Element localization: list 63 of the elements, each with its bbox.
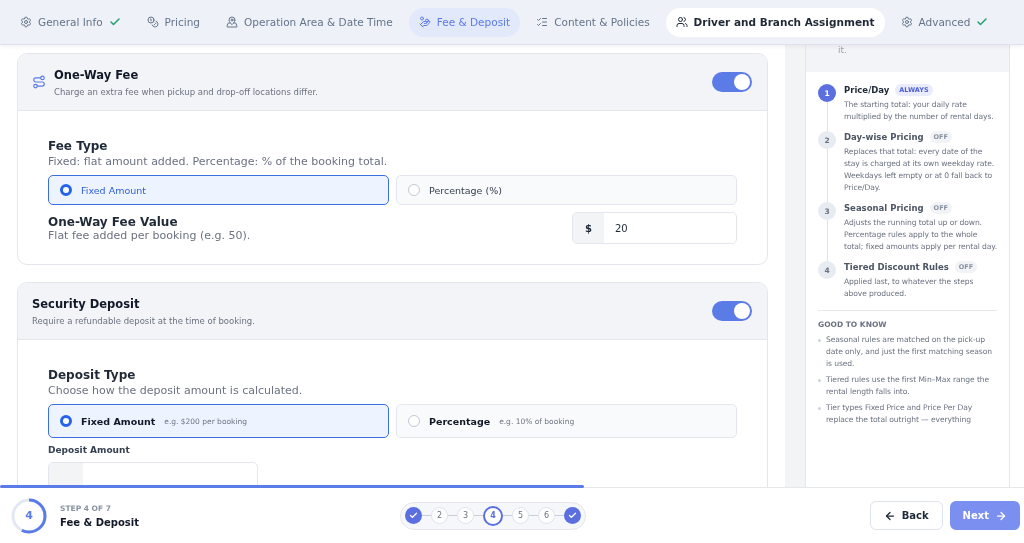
card-title: One-Way Fee bbox=[54, 67, 140, 82]
cut-text: it. bbox=[838, 45, 847, 55]
option-label: Percentage bbox=[429, 415, 491, 427]
option-label: Fixed Amount bbox=[81, 184, 146, 196]
field-label: Deposit Amount bbox=[48, 445, 131, 455]
step-tab[interactable]: General Info bbox=[10, 7, 131, 37]
field-help: Flat fee added per booking (e.g. 50). bbox=[48, 228, 251, 242]
card-title: Security Deposit bbox=[32, 296, 141, 311]
route-icon bbox=[32, 75, 46, 89]
step-tab[interactable]: Advanced bbox=[890, 7, 999, 37]
stepper-dot[interactable]: 4 bbox=[483, 505, 503, 526]
stepper-dot[interactable]: 6 bbox=[538, 507, 555, 524]
stepper-dot[interactable] bbox=[564, 507, 581, 524]
toggle-switch[interactable] bbox=[712, 301, 752, 321]
step-number: 4 bbox=[25, 509, 33, 522]
check-icon bbox=[409, 511, 418, 520]
bullet-icon bbox=[818, 407, 821, 410]
fee-input-field[interactable]: $ 20 bbox=[572, 212, 737, 244]
step-tab[interactable]: Driver and Branch Assignment bbox=[665, 7, 885, 37]
arrow-left-icon bbox=[883, 509, 896, 522]
field-label: One-Way Fee Value bbox=[48, 214, 179, 229]
card-description: Require a refundable deposit at the time of booking. bbox=[32, 315, 256, 326]
step-title: Price/Day bbox=[844, 85, 890, 95]
step-tab[interactable]: Operation Area & Date Time bbox=[216, 7, 403, 37]
field-label: Deposit Type bbox=[48, 368, 137, 382]
gear-icon bbox=[900, 16, 913, 28]
stepper-dot[interactable]: 5 bbox=[512, 507, 529, 524]
bullet-icon bbox=[818, 339, 821, 342]
step-title: Day-wise Pricing bbox=[844, 132, 924, 142]
hand-coins-icon bbox=[418, 16, 431, 28]
step-title: Fee & Deposit bbox=[60, 516, 139, 528]
stepper-dot[interactable]: 2 bbox=[431, 507, 448, 524]
field-help: Fixed: flat amount added. Percentage: % of the booking total. bbox=[48, 155, 389, 168]
toggle-switch[interactable] bbox=[712, 72, 752, 92]
gear-icon bbox=[20, 16, 32, 28]
card-description: Charge an extra fee when pickup and drop-off locations differ. bbox=[54, 86, 319, 97]
progress-ring bbox=[10, 496, 48, 535]
back-button[interactable]: Back bbox=[869, 501, 943, 530]
field-label: Fee Type bbox=[48, 139, 109, 153]
coins-icon bbox=[146, 16, 159, 28]
step-tab[interactable]: Pricing bbox=[136, 7, 210, 37]
check-icon bbox=[568, 511, 577, 520]
radio-icon bbox=[60, 184, 72, 196]
list-icon bbox=[536, 16, 549, 28]
field-help: Choose how the deposit amount is calculated. bbox=[48, 384, 304, 397]
bullet-icon bbox=[818, 379, 821, 382]
step-title: Tiered Discount Rules bbox=[844, 262, 949, 272]
option-label: Percentage (%) bbox=[429, 184, 502, 196]
next-button[interactable]: Next bbox=[949, 501, 1020, 530]
option-label: Fixed Amount bbox=[81, 415, 156, 427]
radio-icon bbox=[60, 415, 72, 427]
step-tab[interactable]: Fee & Deposit bbox=[408, 7, 521, 37]
map-pin-icon bbox=[226, 16, 238, 28]
step-title: Seasonal Pricing bbox=[844, 203, 924, 213]
arrow-right-icon bbox=[995, 509, 1007, 522]
users-icon bbox=[675, 16, 688, 28]
stepper-dot[interactable] bbox=[405, 507, 422, 524]
stepper-dot[interactable]: 3 bbox=[457, 507, 474, 524]
radio-icon bbox=[408, 415, 420, 427]
radio-option[interactable]: Fixed Amount bbox=[48, 175, 389, 205]
radio-icon bbox=[408, 184, 420, 196]
step-tab[interactable]: Content & Policies bbox=[526, 7, 660, 37]
radio-option[interactable]: Percentage (%) bbox=[396, 175, 737, 205]
